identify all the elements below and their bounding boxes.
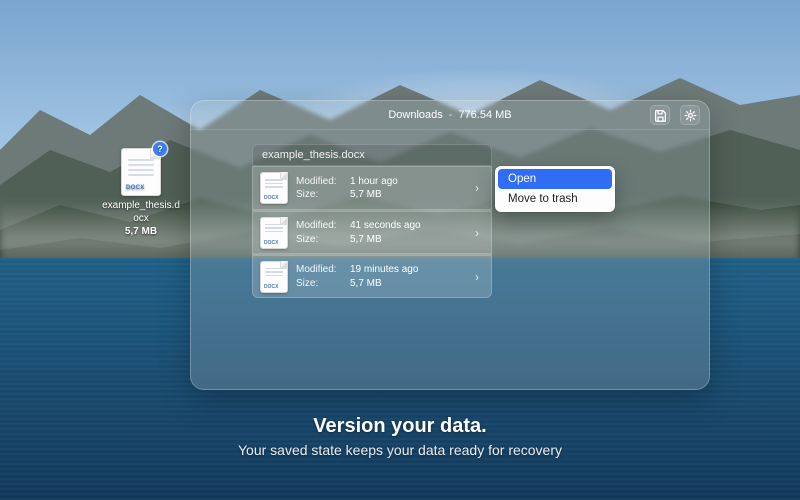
version-meta: Modified:41 seconds ago Size:5,7 MB: [296, 219, 462, 246]
desktop-file[interactable]: DOCX ? example_thesis.docx 5,7 MB: [100, 148, 182, 239]
headline: Version your data.: [0, 415, 800, 438]
version-row[interactable]: DOCX Modified:1 hour ago Size:5,7 MB ›: [252, 166, 492, 210]
chevron-right-icon: ›: [470, 270, 484, 284]
panel-header: Downloads - 776.54 MB: [190, 100, 710, 130]
chevron-right-icon: ›: [470, 226, 484, 240]
context-item-move-to-trash[interactable]: Move to trash: [498, 189, 612, 209]
promo-tagline: Version your data. Your saved state keep…: [0, 415, 800, 458]
panel-folder-label: Downloads: [388, 109, 442, 121]
document-icon: DOCX: [260, 217, 288, 249]
version-meta: Modified:19 minutes ago Size:5,7 MB: [296, 263, 462, 290]
settings-header-button[interactable]: [680, 105, 700, 125]
versions-panel: Downloads - 776.54 MB example_thesis.doc…: [190, 100, 710, 390]
document-icon: DOCX: [260, 261, 288, 293]
version-meta: Modified:1 hour ago Size:5,7 MB: [296, 175, 462, 202]
panel-title-separator: -: [443, 109, 459, 121]
versions-filename: example_thesis.docx: [252, 144, 492, 166]
file-ext-label: DOCX: [126, 185, 145, 193]
version-row[interactable]: DOCX Modified:41 seconds ago Size:5,7 MB…: [252, 210, 492, 254]
panel-size-label: 776.54 MB: [458, 109, 511, 121]
context-menu: Open Move to trash: [495, 166, 615, 212]
context-item-open[interactable]: Open: [498, 169, 612, 189]
file-size-label: 5,7 MB: [100, 226, 182, 239]
version-row[interactable]: DOCX Modified:19 minutes ago Size:5,7 MB…: [252, 254, 492, 298]
floppy-disk-icon: [654, 109, 667, 122]
chevron-right-icon: ›: [470, 181, 484, 195]
gear-icon: [684, 109, 697, 122]
versions-list: example_thesis.docx DOCX Modified:1 hour…: [252, 144, 492, 298]
help-badge-icon: ?: [153, 142, 167, 156]
subheadline: Your saved state keeps your data ready f…: [0, 442, 800, 458]
document-icon: DOCX: [260, 172, 288, 204]
save-header-button[interactable]: [650, 105, 670, 125]
file-name-label: example_thesis.docx: [100, 200, 182, 225]
document-icon: DOCX: [121, 148, 161, 196]
promo-scene: DOCX ? example_thesis.docx 5,7 MB Downlo…: [0, 0, 800, 500]
